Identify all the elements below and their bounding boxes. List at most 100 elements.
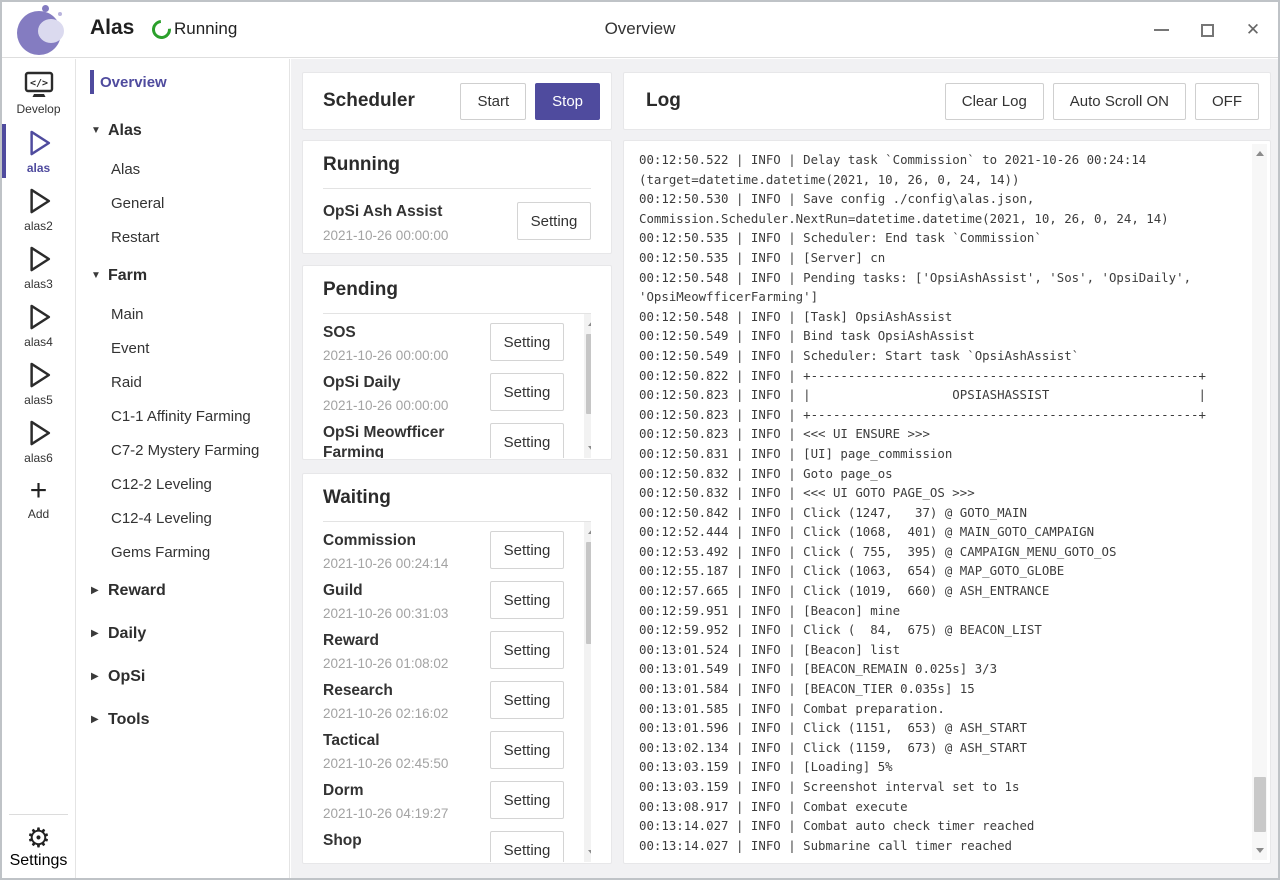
log-output[interactable]: 00:12:50.522 | INFO | Delay task `Commis… bbox=[624, 141, 1248, 863]
scrollbar[interactable] bbox=[584, 522, 591, 862]
active-indicator bbox=[90, 70, 94, 94]
start-button[interactable]: Start bbox=[460, 83, 526, 120]
task-setting-button[interactable]: Setting bbox=[490, 531, 564, 569]
task-setting-button[interactable]: Setting bbox=[490, 423, 564, 458]
nav-group-tools[interactable]: ▶ Tools bbox=[77, 698, 289, 741]
task-name: Dorm bbox=[323, 781, 508, 801]
log-scrollbar[interactable] bbox=[1252, 144, 1267, 860]
waiting-title: Waiting bbox=[323, 487, 591, 522]
minimize-button[interactable] bbox=[1146, 15, 1176, 45]
scrollbar[interactable] bbox=[584, 314, 591, 458]
scheduler-title: Scheduler bbox=[323, 90, 415, 112]
task-setting-button[interactable]: Setting bbox=[490, 581, 564, 619]
rail-item-label: alas2 bbox=[24, 219, 53, 233]
task-setting-button[interactable]: Setting bbox=[490, 681, 564, 719]
log-title: Log bbox=[646, 90, 681, 112]
main-content: Scheduler Start Stop Running OpSi Ash As… bbox=[291, 59, 1278, 878]
app-name: Alas bbox=[90, 16, 134, 40]
task-setting-button[interactable]: Setting bbox=[490, 631, 564, 669]
rail-item-alas6[interactable]: alas6 bbox=[2, 412, 75, 470]
nav-item-c12-4-leveling[interactable]: C12-4 Leveling bbox=[77, 501, 289, 535]
log-panel: 00:12:50.522 | INFO | Delay task `Commis… bbox=[623, 140, 1271, 864]
play-icon bbox=[24, 301, 54, 333]
stop-button[interactable]: Stop bbox=[535, 83, 600, 120]
running-spinner-icon bbox=[148, 16, 175, 43]
nav-group-reward[interactable]: ▶ Reward bbox=[77, 569, 289, 612]
scroll-down-icon[interactable] bbox=[584, 441, 591, 456]
task-setting-button[interactable]: Setting bbox=[517, 202, 591, 240]
nav-group-alas[interactable]: ▼ Alas bbox=[77, 109, 289, 152]
task-setting-button[interactable]: Setting bbox=[490, 831, 564, 862]
nav-item-event[interactable]: Event bbox=[77, 331, 289, 365]
task-row: Dorm 2021-10-26 04:19:27 Setting bbox=[323, 772, 591, 822]
nav-group-farm[interactable]: ▼ Farm bbox=[77, 254, 289, 297]
nav-group-opsi[interactable]: ▶ OpSi bbox=[77, 655, 289, 698]
chevron-down-icon: ▼ bbox=[91, 270, 108, 281]
nav-item-gems-farming[interactable]: Gems Farming bbox=[77, 535, 289, 569]
scroll-down-icon[interactable] bbox=[584, 845, 591, 860]
scrollbar-thumb[interactable] bbox=[1254, 777, 1266, 832]
status-text: Running bbox=[174, 19, 237, 39]
settings-button[interactable]: ⚙ Settings bbox=[9, 814, 68, 878]
log-panel-header: Log Clear Log Auto Scroll ON OFF bbox=[623, 72, 1271, 130]
rail-item-alas5[interactable]: alas5 bbox=[2, 354, 75, 412]
rail-item-alas3[interactable]: alas3 bbox=[2, 238, 75, 296]
rail-spacer bbox=[2, 528, 75, 814]
rail-item-alas[interactable]: alas bbox=[2, 122, 75, 180]
task-setting-button[interactable]: Setting bbox=[490, 323, 564, 361]
task-name: OpSi Ash Assist bbox=[323, 202, 508, 222]
nav-item-main[interactable]: Main bbox=[77, 297, 289, 331]
nav-item-c7-2-mystery-farming[interactable]: C7-2 Mystery Farming bbox=[77, 433, 289, 467]
task-row: Shop Setting bbox=[323, 822, 591, 862]
nav-item-raid[interactable]: Raid bbox=[77, 365, 289, 399]
task-name: OpSi Daily bbox=[323, 373, 508, 393]
window-controls: ✕ bbox=[1146, 2, 1268, 58]
auto-scroll-off-button[interactable]: OFF bbox=[1195, 83, 1259, 120]
scroll-down-icon[interactable] bbox=[1252, 843, 1267, 858]
play-icon bbox=[24, 127, 54, 159]
running-panel: Running OpSi Ash Assist 2021-10-26 00:00… bbox=[302, 140, 612, 254]
rail-item-develop[interactable]: </> Develop bbox=[2, 64, 75, 122]
rail-item-label: Add bbox=[28, 507, 49, 521]
clear-log-button[interactable]: Clear Log bbox=[945, 83, 1044, 120]
task-row: OpSi Daily 2021-10-26 00:00:00 Setting bbox=[323, 364, 591, 414]
nav-item-general[interactable]: General bbox=[77, 186, 289, 220]
chevron-right-icon: ▶ bbox=[91, 585, 108, 596]
maximize-button[interactable] bbox=[1192, 15, 1222, 45]
close-button[interactable]: ✕ bbox=[1238, 15, 1268, 45]
nav-item-c1-1-affinity-farming[interactable]: C1-1 Affinity Farming bbox=[77, 399, 289, 433]
rail-item-alas2[interactable]: alas2 bbox=[2, 180, 75, 238]
nav-item-alas[interactable]: Alas bbox=[77, 152, 289, 186]
scroll-up-icon[interactable] bbox=[584, 316, 591, 331]
logo-dot bbox=[58, 12, 62, 16]
chevron-down-icon: ▼ bbox=[91, 125, 108, 136]
nav-item-c12-2-leveling[interactable]: C12-2 Leveling bbox=[77, 467, 289, 501]
scrollbar-thumb[interactable] bbox=[586, 542, 592, 644]
scroll-up-icon[interactable] bbox=[584, 524, 591, 539]
waiting-list: Commission 2021-10-26 00:24:14 Setting G… bbox=[323, 522, 591, 862]
play-icon bbox=[24, 417, 54, 449]
add-instance-button[interactable]: + Add bbox=[2, 470, 75, 528]
auto-scroll-on-button[interactable]: Auto Scroll ON bbox=[1053, 83, 1186, 120]
waiting-panel: Waiting Commission 2021-10-26 00:24:14 S… bbox=[302, 473, 612, 864]
nav-item-overview[interactable]: Overview bbox=[77, 69, 289, 95]
scheduler-status: Running bbox=[152, 19, 237, 39]
config-nav: Overview ▼ Alas Alas General Restart ▼ F… bbox=[77, 59, 290, 878]
rail-item-label: Develop bbox=[16, 102, 60, 116]
scroll-up-icon[interactable] bbox=[1252, 146, 1267, 161]
task-name: Commission bbox=[323, 531, 508, 551]
play-icon bbox=[24, 243, 54, 275]
task-row: SOS 2021-10-26 00:00:00 Setting bbox=[323, 314, 591, 364]
task-name: OpSi Meowfficer Farming bbox=[323, 423, 508, 458]
nav-group-daily[interactable]: ▶ Daily bbox=[77, 612, 289, 655]
task-setting-button[interactable]: Setting bbox=[490, 731, 564, 769]
running-title: Running bbox=[323, 154, 591, 189]
scrollbar-thumb[interactable] bbox=[586, 334, 592, 414]
task-name: Research bbox=[323, 681, 508, 701]
rail-item-alas4[interactable]: alas4 bbox=[2, 296, 75, 354]
nav-item-restart[interactable]: Restart bbox=[77, 220, 289, 254]
task-setting-button[interactable]: Setting bbox=[490, 373, 564, 411]
task-setting-button[interactable]: Setting bbox=[490, 781, 564, 819]
rail-item-label: alas6 bbox=[24, 451, 53, 465]
task-name: Shop bbox=[323, 831, 508, 851]
